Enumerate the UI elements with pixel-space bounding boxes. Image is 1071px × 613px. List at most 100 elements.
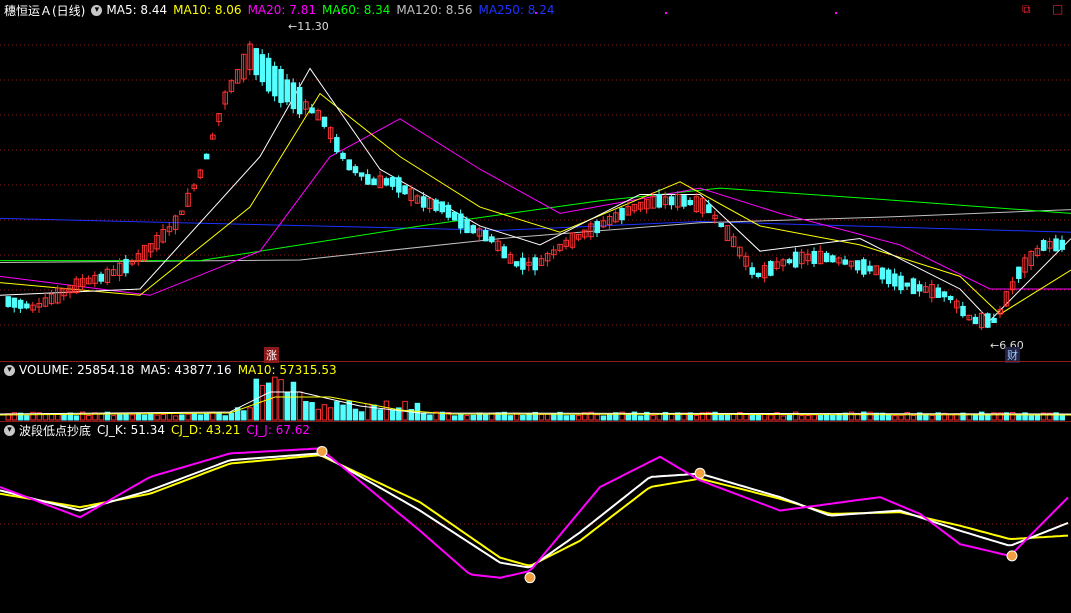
volume-bar [148,412,154,421]
oscillator-name: 波段低点抄底 [19,423,92,438]
candle [718,222,724,228]
volume-panel[interactable]: ▾ VOLUME: 25854.18 MA5: 43877.16 MA10: 5… [0,362,1071,421]
maximize-window-icon[interactable]: □ [1052,2,1063,16]
candle [352,166,359,174]
volume-bar [179,414,185,421]
oscillator-settings-icon[interactable]: ▾ [4,424,15,436]
candle [1053,238,1059,252]
volume-bar [451,415,458,421]
candle [861,259,867,275]
candle [879,267,886,280]
candle [296,86,303,115]
buy-signal-icon [524,572,536,584]
candle [451,211,458,221]
volume-bar [563,415,569,421]
candle [5,296,11,307]
cj-j-label: CJ_J: 67.62 [246,423,311,437]
oscillator-panel[interactable]: ▾ 波段低点抄底 CJ_K: 51.34 CJ_D: 43.21 CJ_J: 6… [0,422,1071,613]
candle [445,204,452,218]
stock-title[interactable]: 穗恒运Ａ(日线) [4,2,85,19]
volume-bar [606,414,613,421]
volume-bar [185,413,191,421]
candle [123,258,129,274]
candle [17,299,24,309]
ma250-label: MA250: 8.24 [478,3,555,17]
volume-bar [191,413,197,421]
candle [904,282,910,287]
volume-bar [718,413,724,421]
volume-bar [172,415,179,421]
volume-bar [197,414,204,421]
candle [867,265,873,272]
candle [668,196,675,206]
volume-bar [303,401,309,421]
candle [259,54,266,83]
volume-bar [830,414,836,421]
volume-bar [625,413,631,421]
ma20-label: MA20: 7.81 [247,3,316,17]
volume-bar [427,414,433,421]
candle [203,153,210,160]
restore-window-icon[interactable]: ⧉ [1022,2,1031,17]
volume-header: ▾ VOLUME: 25854.18 MA5: 43877.16 MA10: 5… [4,362,343,378]
volume-bar [724,414,731,421]
volume-bar [805,415,811,421]
volume-bar [656,413,662,421]
candle [749,267,755,275]
candle [489,236,495,243]
settings-circle-icon[interactable]: ▾ [91,4,103,16]
candle [365,174,371,185]
volume-bar [693,414,700,421]
candle [1016,266,1022,279]
ma10-label: MA10: 8.06 [173,3,242,17]
candle [470,225,476,234]
candle [420,196,427,208]
volume-bar [241,410,247,421]
volume-bar [520,414,526,421]
volume-bar [272,376,278,421]
signal-marker [835,12,837,14]
candle [340,152,346,159]
volume-bar [575,415,582,421]
volume-bar [358,411,365,421]
volume-bar [290,381,297,421]
cj-k-label: CJ_K: 51.34 [97,423,166,437]
price-chart-panel[interactable]: 穗恒运Ａ(日线) ▾ MA5: 8.44 MA10: 8.06 MA20: 7.… [0,0,1071,363]
candle [935,287,941,298]
candle [532,257,538,271]
volume-bar [278,379,284,421]
buy-signal-icon [1006,550,1018,562]
candle [1059,239,1065,250]
volume-settings-icon[interactable]: ▾ [4,364,15,376]
volume-bar [470,414,476,421]
volume-bar [898,414,904,421]
candle [830,255,836,263]
volume-bar [228,412,235,421]
volume-bar [383,400,390,421]
volume-bar [110,415,117,421]
ma60-label: MA60: 8.34 [322,3,391,17]
candle [619,207,625,221]
volume-ma5-label: MA5: 43877.16 [140,363,232,377]
candle [947,296,954,301]
candle [706,204,712,214]
candle [458,213,464,229]
volume-bar [637,415,644,421]
volume-bar [321,404,328,421]
volume-bar [817,414,824,421]
price-chart[interactable] [0,0,1071,361]
volume-ma10-label: MA10: 57315.53 [237,363,337,377]
candle [358,172,365,177]
volume-bar [141,414,148,421]
ma120-label: MA120: 8.56 [396,3,473,17]
oscillator-chart[interactable] [0,422,1071,613]
candle [402,185,408,195]
volume-bar [334,401,340,421]
candle [396,177,402,193]
candle [1040,240,1047,251]
candle [321,116,328,127]
volume-bar [259,384,266,421]
candle [681,195,687,207]
volume-bar [247,407,253,421]
volume-bar [594,414,600,421]
